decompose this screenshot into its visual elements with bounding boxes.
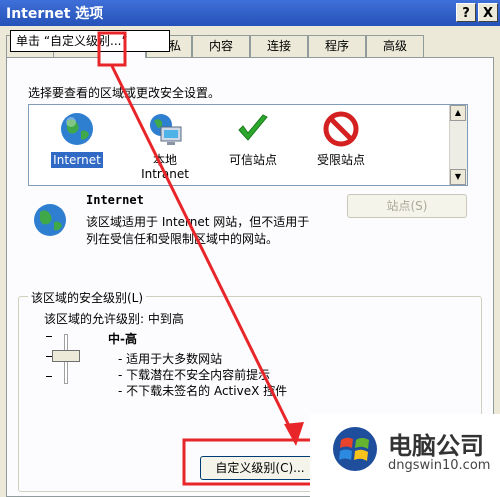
slider-tick (46, 336, 52, 337)
allowed-level-text: 该区域的允许级别: 中到高 (44, 312, 184, 326)
scroll-down-icon[interactable]: ▼ (450, 169, 466, 185)
local-intranet-icon (150, 114, 182, 145)
zone-restricted-sites[interactable]: 受限站点 (301, 107, 381, 183)
window-title: Internet 选项 (6, 6, 104, 22)
selected-zone-description: 该区域适用于 Internet 网站，但不适用于列在受信任和受限制区域中的网站。 (86, 215, 310, 246)
zone-label: Internet (51, 152, 103, 168)
sites-button[interactable]: 站点(S) (347, 194, 467, 218)
globe-icon (61, 113, 93, 145)
slider-tick (46, 376, 52, 377)
level-bullet: - 不下载未签名的 ActiveX 控件 (118, 384, 288, 398)
zone-internet[interactable]: Internet (37, 107, 117, 183)
watermark-brand: 电脑公司 (388, 432, 484, 460)
tab-programs[interactable]: 程序 (308, 35, 366, 57)
tab-connections[interactable]: 连接 (250, 35, 308, 57)
title-bar: Internet 选项 ? X (0, 0, 500, 26)
zone-label: 受限站点 (316, 153, 365, 167)
help-button[interactable]: ? (456, 3, 476, 22)
level-bullet: - 适用于大多数网站 (118, 352, 223, 366)
slider-thumb[interactable] (52, 350, 80, 362)
tooltip: 单击 “自定义级别...” (10, 30, 170, 52)
restricted-icon (323, 111, 359, 147)
windows-logo-icon (333, 427, 377, 471)
custom-level-button[interactable]: 自定义级别(C)... (200, 456, 320, 480)
zone-label: 可信站点 (228, 153, 277, 167)
close-button[interactable]: X (478, 3, 498, 22)
level-name: 中-高 (108, 332, 137, 346)
zones-scrollbar[interactable]: ▲ ▼ (449, 105, 467, 185)
watermark: 电脑公司 dngswin10.com (310, 414, 500, 497)
zone-local-intranet[interactable]: 本地 Intranet (125, 107, 205, 183)
security-level-group-label: 该区域的安全级别(L) (28, 289, 147, 306)
zone-label: 本地 Intranet (141, 153, 189, 181)
globe-icon (34, 204, 66, 236)
zones-list: Internet 本地 Intranet 可信站点 受限站点 ▲ ▼ (28, 104, 468, 186)
zones-prompt: 选择要查看的区域或更改安全设置。 (28, 86, 221, 100)
check-icon (238, 114, 268, 141)
scroll-up-icon[interactable]: ▲ (450, 105, 466, 121)
level-bullet: - 下载潜在不安全内容前提示 (118, 368, 271, 382)
tab-advanced[interactable]: 高级 (366, 35, 424, 57)
zone-trusted-sites[interactable]: 可信站点 (213, 107, 293, 183)
selected-zone-name: Internet (86, 193, 144, 207)
tab-content[interactable]: 内容 (192, 35, 250, 57)
watermark-url: dngswin10.com (388, 458, 491, 473)
